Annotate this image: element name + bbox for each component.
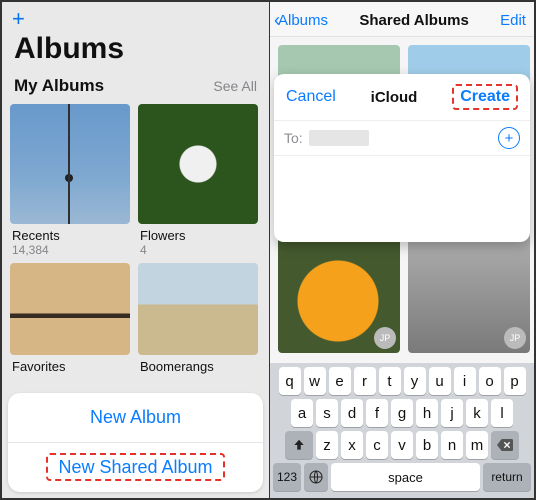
key-i[interactable]: i xyxy=(454,367,476,395)
space-key[interactable]: space xyxy=(331,463,480,491)
key-o[interactable]: o xyxy=(479,367,501,395)
shift-icon xyxy=(292,438,306,452)
shared-album-card[interactable]: JP xyxy=(408,231,530,353)
page-title: Albums xyxy=(2,30,269,76)
modal-body xyxy=(274,156,530,242)
back-label: Albums xyxy=(278,12,328,29)
key-z[interactable]: z xyxy=(316,431,338,459)
album-thumbnail: JP xyxy=(408,231,530,353)
key-r[interactable]: r xyxy=(354,367,376,395)
shared-albums-screen: ‹ Albums Shared Albums Edit JP JP xyxy=(270,2,534,498)
key-j[interactable]: j xyxy=(441,399,463,427)
album-card[interactable]: Boomerangs xyxy=(138,263,258,374)
to-input[interactable] xyxy=(309,130,369,146)
key-n[interactable]: n xyxy=(441,431,463,459)
section-header: My Albums xyxy=(14,76,104,96)
key-b[interactable]: b xyxy=(416,431,438,459)
album-title: Recents xyxy=(12,228,128,243)
key-k[interactable]: k xyxy=(466,399,488,427)
cancel-button[interactable]: Cancel xyxy=(286,88,336,106)
key-s[interactable]: s xyxy=(316,399,338,427)
key-f[interactable]: f xyxy=(366,399,388,427)
album-count: 4 xyxy=(140,243,256,257)
add-contact-icon[interactable]: + xyxy=(498,127,520,149)
key-q[interactable]: q xyxy=(279,367,301,395)
key-c[interactable]: c xyxy=(366,431,388,459)
globe-icon xyxy=(308,469,324,485)
edit-button[interactable]: Edit xyxy=(500,12,526,29)
album-thumbnail: JP xyxy=(278,231,400,353)
album-card[interactable]: Recents 14,384 xyxy=(10,104,130,257)
icloud-share-modal: Cancel iCloud Create To: + xyxy=(274,74,530,242)
key-y[interactable]: y xyxy=(404,367,426,395)
modal-title: iCloud xyxy=(371,89,418,106)
key-g[interactable]: g xyxy=(391,399,413,427)
create-label: Create xyxy=(460,88,510,105)
nav-title: Shared Albums xyxy=(359,12,468,29)
album-thumbnail xyxy=(10,263,130,355)
to-row: To: + xyxy=(274,120,530,156)
globe-key[interactable] xyxy=(304,463,328,491)
key-d[interactable]: d xyxy=(341,399,363,427)
shift-key[interactable] xyxy=(285,431,313,459)
key-p[interactable]: p xyxy=(504,367,526,395)
album-thumbnail xyxy=(138,263,258,355)
highlight-annotation: New Shared Album xyxy=(46,453,224,481)
to-label: To: xyxy=(284,130,303,146)
return-key[interactable]: return xyxy=(483,463,531,491)
album-thumbnail xyxy=(10,104,130,224)
key-u[interactable]: u xyxy=(429,367,451,395)
shared-album-card[interactable]: JP xyxy=(278,231,400,353)
navbar: ‹ Albums Shared Albums Edit xyxy=(270,2,534,37)
key-a[interactable]: a xyxy=(291,399,313,427)
key-h[interactable]: h xyxy=(416,399,438,427)
key-e[interactable]: e xyxy=(329,367,351,395)
key-l[interactable]: l xyxy=(491,399,513,427)
album-title: Favorites xyxy=(12,359,128,374)
backspace-key[interactable] xyxy=(491,431,519,459)
owner-badge: JP xyxy=(504,327,526,349)
key-v[interactable]: v xyxy=(391,431,413,459)
key-w[interactable]: w xyxy=(304,367,326,395)
album-title: Flowers xyxy=(140,228,256,243)
key-m[interactable]: m xyxy=(466,431,488,459)
back-button[interactable]: ‹ Albums xyxy=(274,10,328,31)
create-button[interactable]: Create xyxy=(452,84,518,110)
keyboard: qwertyuiop asdfghjkl zxcvbnm 123 space r… xyxy=(270,363,534,498)
numbers-key[interactable]: 123 xyxy=(273,463,301,491)
owner-badge: JP xyxy=(374,327,396,349)
new-shared-album-label: New Shared Album xyxy=(58,457,212,477)
album-card[interactable]: Favorites xyxy=(10,263,130,374)
new-shared-album-button[interactable]: New Shared Album xyxy=(8,442,263,492)
album-thumbnail xyxy=(138,104,258,224)
key-x[interactable]: x xyxy=(341,431,363,459)
new-album-button[interactable]: New Album xyxy=(8,393,263,442)
album-title: Boomerangs xyxy=(140,359,256,374)
add-album-icon[interactable]: + xyxy=(12,8,259,30)
album-card[interactable]: Flowers 4 xyxy=(138,104,258,257)
albums-screen: + Albums My Albums See All Recents 14,38… xyxy=(2,2,270,498)
key-t[interactable]: t xyxy=(379,367,401,395)
backspace-icon xyxy=(497,439,513,451)
see-all-button[interactable]: See All xyxy=(213,78,257,94)
album-count: 14,384 xyxy=(12,243,128,257)
action-sheet: New Album New Shared Album xyxy=(8,393,263,492)
